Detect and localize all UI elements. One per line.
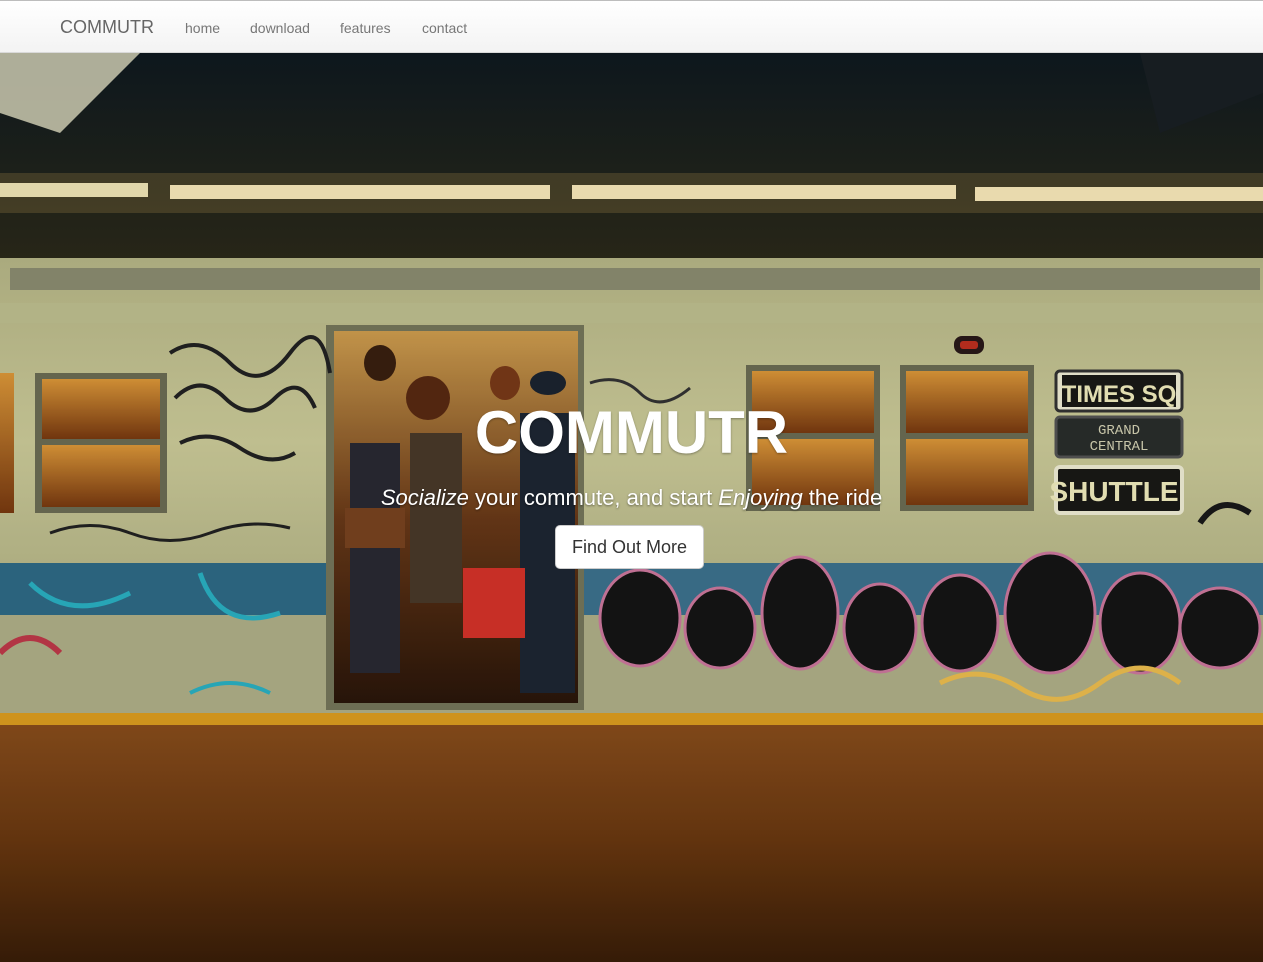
nav-download[interactable]: download: [250, 20, 310, 36]
brand-link[interactable]: COMMUTR: [60, 17, 154, 38]
subtitle-socialize: Socialize: [380, 485, 469, 510]
nav-features[interactable]: features: [340, 20, 391, 36]
hero-section: TIMES SQ GRAND CENTRAL SHUTTLE COMMUTR S…: [0, 53, 1263, 962]
subtitle-enjoying: Enjoying: [718, 485, 803, 510]
find-out-more-button[interactable]: Find Out More: [555, 525, 704, 569]
hero-subtitle: Socialize your commute, and start Enjoyi…: [0, 485, 1263, 511]
subtitle-mid: your commute, and start: [468, 485, 719, 510]
nav-contact[interactable]: contact: [422, 20, 467, 36]
nav-home[interactable]: home: [185, 20, 220, 36]
subtitle-end: the ride: [802, 485, 883, 510]
hero-title: COMMUTR: [474, 399, 789, 466]
top-navbar: COMMUTR home download features contact: [0, 0, 1263, 53]
